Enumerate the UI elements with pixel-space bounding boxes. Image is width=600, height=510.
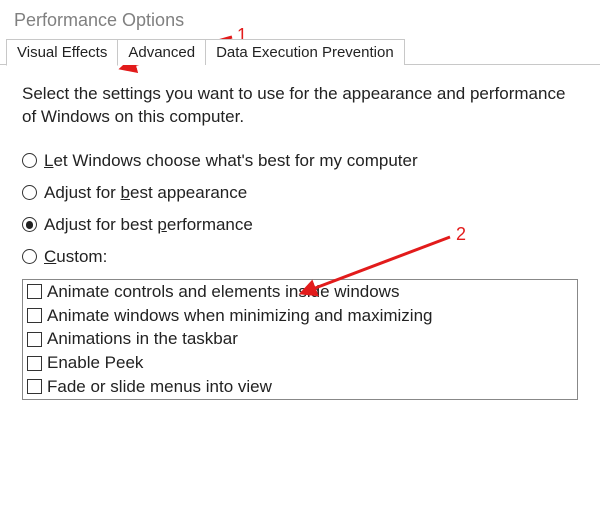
window-title: Performance Options (0, 0, 600, 39)
tab-visual-effects[interactable]: Visual Effects (6, 39, 118, 66)
radio-label: Let Windows choose what's best for my co… (44, 151, 418, 171)
checkbox-icon[interactable] (27, 356, 42, 371)
list-item[interactable]: Enable Peek (23, 351, 577, 375)
effects-list[interactable]: Animate controls and elements inside win… (22, 279, 578, 400)
list-item-label: Fade or slide menus into view (47, 375, 272, 399)
performance-options-window: Performance Options Visual Effects Advan… (0, 0, 600, 510)
radio-label: Custom: (44, 247, 107, 267)
radio-best-appearance[interactable]: Adjust for best appearance (22, 183, 578, 203)
radio-icon (22, 153, 37, 168)
radio-icon (22, 185, 37, 200)
list-item[interactable]: Animate controls and elements inside win… (23, 280, 577, 304)
checkbox-icon[interactable] (27, 308, 42, 323)
list-item-label: Animate controls and elements inside win… (47, 280, 399, 304)
tab-content: Select the settings you want to use for … (0, 65, 600, 400)
radio-custom[interactable]: Custom: (22, 247, 578, 267)
tab-advanced[interactable]: Advanced (118, 39, 206, 65)
radio-icon (22, 249, 37, 264)
list-item-label: Animations in the taskbar (47, 327, 238, 351)
list-item-label: Animate windows when minimizing and maxi… (47, 304, 433, 328)
tab-strip: Visual Effects Advanced Data Execution P… (0, 39, 600, 65)
radio-label: Adjust for best appearance (44, 183, 247, 203)
list-item-label: Enable Peek (47, 351, 143, 375)
tab-dep[interactable]: Data Execution Prevention (206, 39, 405, 65)
checkbox-icon[interactable] (27, 379, 42, 394)
radio-label: Adjust for best performance (44, 215, 253, 235)
radio-icon (22, 217, 37, 232)
list-item[interactable]: Animate windows when minimizing and maxi… (23, 304, 577, 328)
radio-best-performance[interactable]: Adjust for best performance (22, 215, 578, 235)
description-text: Select the settings you want to use for … (22, 83, 578, 129)
checkbox-icon[interactable] (27, 332, 42, 347)
list-item[interactable]: Animations in the taskbar (23, 327, 577, 351)
list-item[interactable]: Fade or slide menus into view (23, 375, 577, 399)
checkbox-icon[interactable] (27, 284, 42, 299)
radio-let-windows-choose[interactable]: Let Windows choose what's best for my co… (22, 151, 578, 171)
